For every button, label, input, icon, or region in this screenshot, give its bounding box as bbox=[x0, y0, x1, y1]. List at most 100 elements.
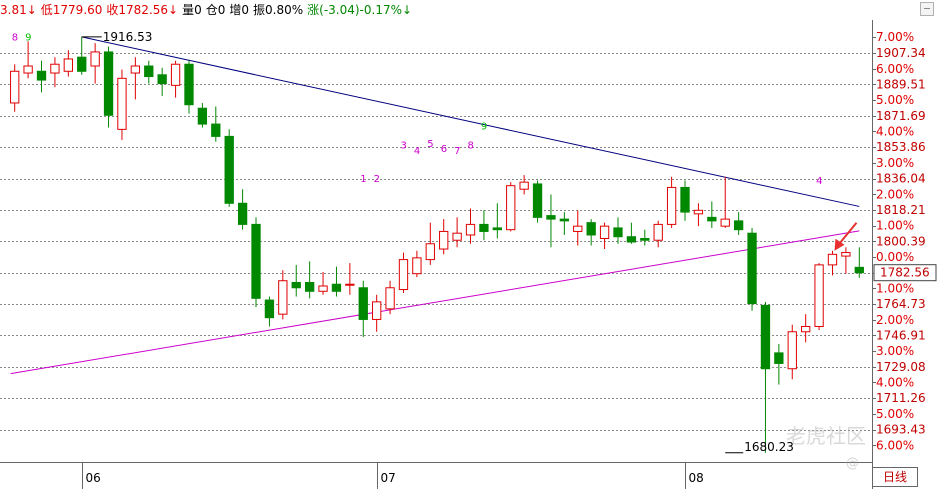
month-label: 06 bbox=[86, 471, 101, 485]
candle-body bbox=[666, 186, 677, 225]
candle-body bbox=[559, 218, 570, 222]
price-label: 0.00% bbox=[876, 250, 914, 264]
candle-body bbox=[412, 257, 422, 275]
price-label: 4.00% bbox=[876, 124, 914, 138]
candle-body bbox=[385, 287, 395, 310]
candle-body bbox=[519, 181, 529, 190]
candle-body bbox=[345, 283, 355, 286]
candle-body bbox=[774, 352, 784, 364]
price-label: 5.00% bbox=[876, 407, 914, 421]
candle-body bbox=[117, 77, 127, 130]
price-label: 1711.26 bbox=[876, 391, 926, 405]
price-label: 1693.43 bbox=[876, 423, 926, 437]
sequence-mark: 9 bbox=[481, 121, 487, 132]
candle-body bbox=[680, 186, 690, 213]
candle-body bbox=[653, 223, 663, 241]
price-label: 2.00% bbox=[876, 313, 914, 327]
candle-body bbox=[184, 63, 194, 106]
candle-body bbox=[720, 218, 730, 227]
candle-body bbox=[841, 252, 851, 257]
price-label: 1800.39 bbox=[876, 234, 926, 248]
sequence-mark: 4 bbox=[414, 146, 420, 157]
price-label: 1764.73 bbox=[876, 297, 926, 311]
candle-body bbox=[506, 185, 516, 231]
candle-body bbox=[733, 220, 744, 231]
candle-body bbox=[331, 283, 342, 292]
candle-body bbox=[546, 215, 556, 220]
sequence-mark: 5 bbox=[427, 139, 433, 150]
candle-body bbox=[304, 281, 315, 292]
candle-body bbox=[814, 264, 824, 327]
price-label: 3.00% bbox=[876, 344, 914, 358]
price-label: 1.00% bbox=[876, 281, 914, 295]
candle-body bbox=[801, 325, 811, 333]
price-label: 1818.21 bbox=[876, 203, 926, 217]
candle-body bbox=[211, 123, 221, 137]
candle-body bbox=[63, 58, 73, 72]
sequence-mark: 3 bbox=[400, 141, 406, 152]
price-label: 7.00% bbox=[876, 30, 914, 44]
candle-body bbox=[599, 225, 610, 239]
candle-body bbox=[251, 223, 261, 299]
price-label: 1853.86 bbox=[876, 140, 926, 154]
candle-body bbox=[318, 285, 328, 292]
price-label: 1729.08 bbox=[876, 360, 926, 374]
candle-body bbox=[854, 266, 864, 274]
candle-body bbox=[760, 304, 771, 370]
candle-body bbox=[144, 65, 154, 78]
candle-body bbox=[573, 225, 583, 232]
candle-body bbox=[197, 107, 208, 125]
price-label: 2.00% bbox=[876, 187, 914, 201]
price-label: 3.00% bbox=[876, 156, 914, 170]
candle-body bbox=[130, 65, 141, 74]
candle-body bbox=[439, 230, 449, 250]
sequence-mark: 4 bbox=[816, 176, 822, 187]
candle-body bbox=[425, 243, 435, 261]
price-label: 1746.91 bbox=[876, 328, 926, 342]
candle-body bbox=[278, 280, 288, 315]
month-label: 08 bbox=[689, 471, 704, 485]
price-label: 6.00% bbox=[876, 62, 914, 76]
candle-body bbox=[103, 51, 114, 116]
candle-body bbox=[626, 236, 637, 243]
price-label: 1907.34 bbox=[876, 46, 926, 60]
candle-body bbox=[532, 183, 543, 218]
sequence-mark: 6 bbox=[441, 144, 447, 155]
price-label: 1889.51 bbox=[876, 77, 926, 91]
sequence-mark: 8 bbox=[468, 141, 474, 152]
sequence-mark: 8 bbox=[12, 32, 18, 43]
candle-body bbox=[23, 65, 33, 74]
price-label: 6.00% bbox=[876, 438, 914, 452]
candle-body bbox=[358, 287, 368, 320]
candle-body bbox=[640, 237, 650, 241]
candle-body bbox=[372, 301, 382, 320]
candle-body bbox=[479, 223, 489, 232]
candle-body bbox=[693, 209, 704, 215]
candle-body bbox=[50, 63, 60, 74]
candle-body bbox=[707, 216, 717, 222]
candle-body bbox=[224, 135, 234, 204]
candle-body bbox=[398, 259, 409, 291]
candle-body bbox=[291, 281, 301, 289]
candle-body bbox=[827, 253, 838, 266]
candle-body bbox=[237, 202, 248, 225]
price-label: 4.00% bbox=[876, 375, 914, 389]
sequence-mark: 9 bbox=[25, 32, 31, 43]
current-price-label: 1782.56 bbox=[880, 266, 930, 280]
watermark-sub: @ bbox=[846, 456, 859, 471]
candle-body bbox=[586, 222, 596, 236]
candle-body bbox=[157, 74, 167, 85]
candle-body bbox=[465, 223, 476, 236]
price-label: 5.00% bbox=[876, 93, 914, 107]
high-label: 1916.53 bbox=[103, 30, 153, 44]
candle-body bbox=[90, 51, 100, 67]
candle-body bbox=[264, 299, 275, 319]
candle-body bbox=[36, 70, 47, 81]
sequence-mark: 1 bbox=[360, 174, 366, 185]
candle-body bbox=[77, 56, 87, 72]
watermark-text: 老虎社区 bbox=[786, 424, 866, 448]
month-label: 07 bbox=[381, 471, 396, 485]
period-selector[interactable]: 日线 bbox=[872, 467, 918, 487]
candle-body bbox=[452, 232, 462, 241]
sequence-mark: 7 bbox=[454, 146, 460, 157]
